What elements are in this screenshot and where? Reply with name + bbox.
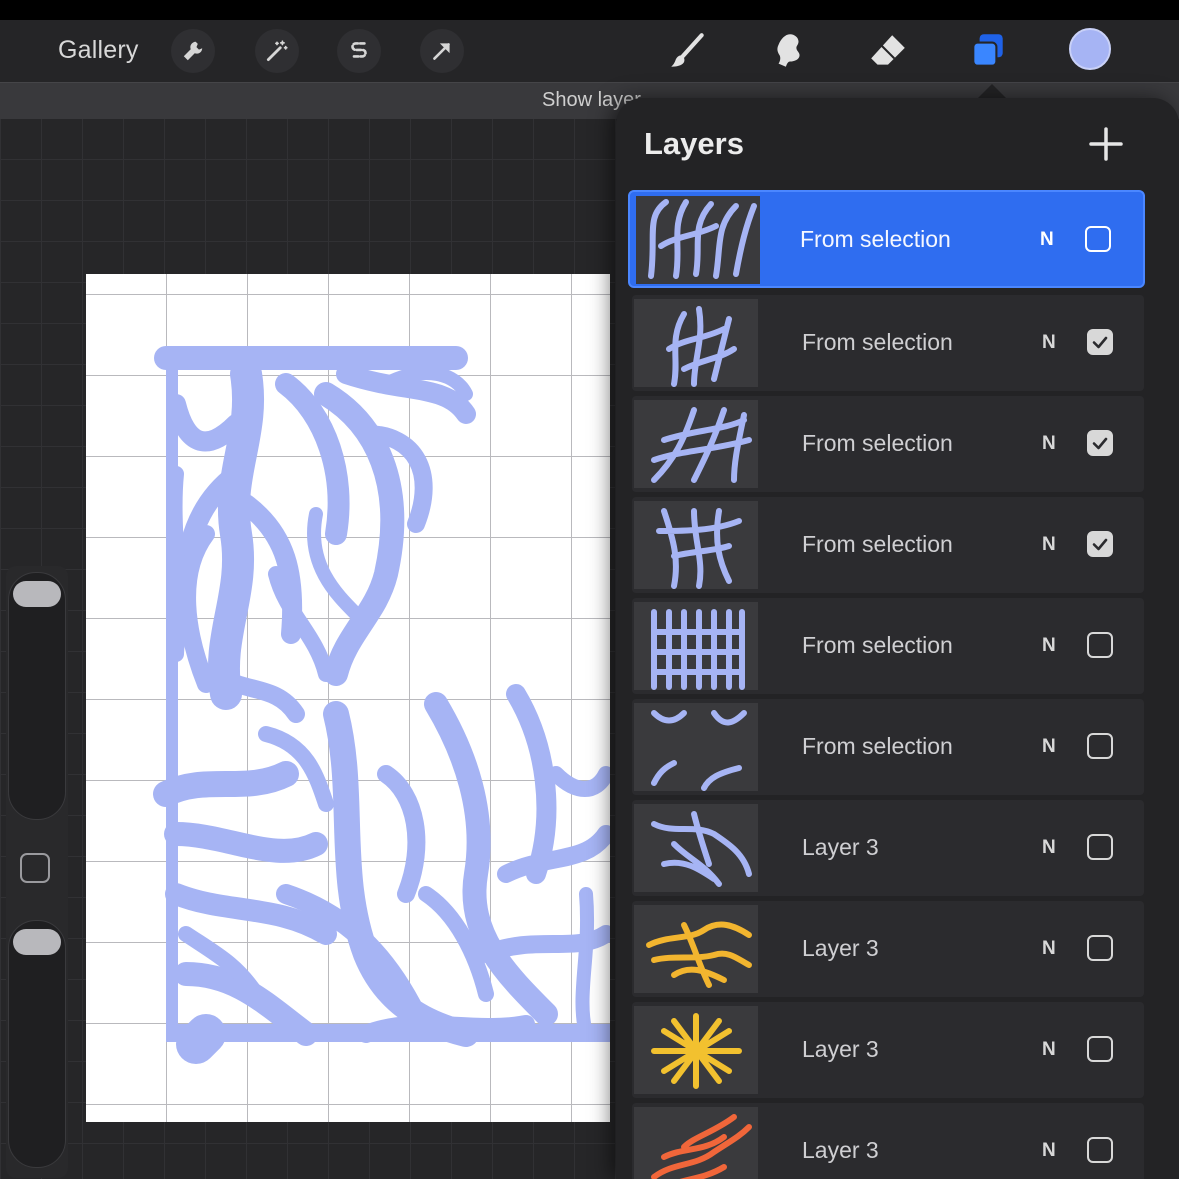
plus-icon[interactable] xyxy=(1088,126,1124,162)
visibility-checkbox[interactable] xyxy=(1087,733,1113,759)
layer-row[interactable]: Layer 3 N xyxy=(632,800,1144,896)
status-strip xyxy=(0,0,1179,20)
arrow-transform-icon[interactable] xyxy=(420,29,464,73)
layer-name: From selection xyxy=(802,632,953,658)
eraser-icon[interactable] xyxy=(864,29,912,73)
layers-panel-title: Layers xyxy=(644,126,744,161)
layer-name: Layer 3 xyxy=(802,1036,879,1062)
layer-thumbnail xyxy=(634,400,758,488)
layer-name: From selection xyxy=(802,430,953,456)
visibility-checkbox[interactable] xyxy=(1087,935,1113,961)
visibility-checkbox[interactable] xyxy=(1087,531,1113,557)
brush-size-handle[interactable] xyxy=(13,581,61,607)
blend-mode-button[interactable]: N xyxy=(1042,938,1056,960)
layer-name: Layer 3 xyxy=(802,935,879,961)
layer-thumbnail xyxy=(634,905,758,993)
visibility-checkbox[interactable] xyxy=(1087,1036,1113,1062)
blend-mode-button[interactable]: N xyxy=(1042,433,1056,455)
brush-icon[interactable] xyxy=(664,29,712,73)
layer-name: Layer 3 xyxy=(802,1137,879,1163)
layer-row[interactable]: Layer 3 N xyxy=(632,901,1144,997)
blend-mode-button[interactable]: N xyxy=(1042,1140,1056,1162)
layer-thumbnail xyxy=(634,1107,758,1179)
layer-thumbnail xyxy=(634,299,758,387)
layer-name: From selection xyxy=(802,531,953,557)
modify-button[interactable] xyxy=(20,853,50,883)
smudge-icon[interactable] xyxy=(764,29,812,73)
layer-thumbnail xyxy=(634,1006,758,1094)
visibility-checkbox[interactable] xyxy=(1087,834,1113,860)
blend-mode-button[interactable]: N xyxy=(1042,736,1056,758)
checkmark-icon xyxy=(1092,437,1108,450)
layer-thumbnail xyxy=(634,804,758,892)
layer-row[interactable]: From selection N xyxy=(632,497,1144,593)
gallery-button[interactable]: Gallery xyxy=(58,36,139,65)
visibility-checkbox[interactable] xyxy=(1087,329,1113,355)
visibility-checkbox[interactable] xyxy=(1087,632,1113,658)
blend-mode-button[interactable]: N xyxy=(1042,635,1056,657)
blend-mode-button[interactable]: N xyxy=(1042,837,1056,859)
layer-name: Layer 3 xyxy=(802,834,879,860)
visibility-checkbox[interactable] xyxy=(1085,226,1111,252)
blend-mode-button[interactable]: N xyxy=(1040,229,1054,251)
opacity-slider[interactable] xyxy=(8,920,66,1168)
layer-thumbnail xyxy=(636,196,760,284)
blend-mode-button[interactable]: N xyxy=(1042,534,1056,556)
opacity-handle[interactable] xyxy=(13,929,61,955)
visibility-checkbox[interactable] xyxy=(1087,430,1113,456)
drawing-canvas[interactable] xyxy=(86,274,610,1122)
layer-row[interactable]: From selection N xyxy=(632,396,1144,492)
layer-thumbnail xyxy=(634,501,758,589)
layer-name: From selection xyxy=(800,226,951,252)
layer-thumbnail xyxy=(634,602,758,690)
layer-thumbnail xyxy=(634,703,758,791)
blend-mode-button[interactable]: N xyxy=(1042,1039,1056,1061)
checkmark-icon xyxy=(1092,538,1108,551)
coral-artwork xyxy=(153,346,610,1064)
layer-row[interactable]: From selection N xyxy=(632,295,1144,391)
checkmark-icon xyxy=(1092,336,1108,349)
layer-row[interactable]: From selection N xyxy=(632,598,1144,694)
layer-name: From selection xyxy=(802,733,953,759)
color-picker-button[interactable] xyxy=(1069,28,1111,70)
magic-wand-icon[interactable] xyxy=(255,29,299,73)
layer-row[interactable]: From selection N xyxy=(628,190,1145,288)
layer-row[interactable]: Layer 3 N xyxy=(632,1103,1144,1179)
selection-s-icon[interactable] xyxy=(337,29,381,73)
layer-name: From selection xyxy=(802,329,953,355)
wrench-icon[interactable] xyxy=(171,29,215,73)
layer-row[interactable]: From selection N xyxy=(632,699,1144,795)
top-toolbar: Gallery xyxy=(0,20,1179,82)
layer-row[interactable]: Layer 3 N xyxy=(632,1002,1144,1098)
visibility-checkbox[interactable] xyxy=(1087,1137,1113,1163)
brush-size-slider[interactable] xyxy=(8,572,66,820)
layers-icon[interactable] xyxy=(964,29,1012,73)
blend-mode-button[interactable]: N xyxy=(1042,332,1056,354)
